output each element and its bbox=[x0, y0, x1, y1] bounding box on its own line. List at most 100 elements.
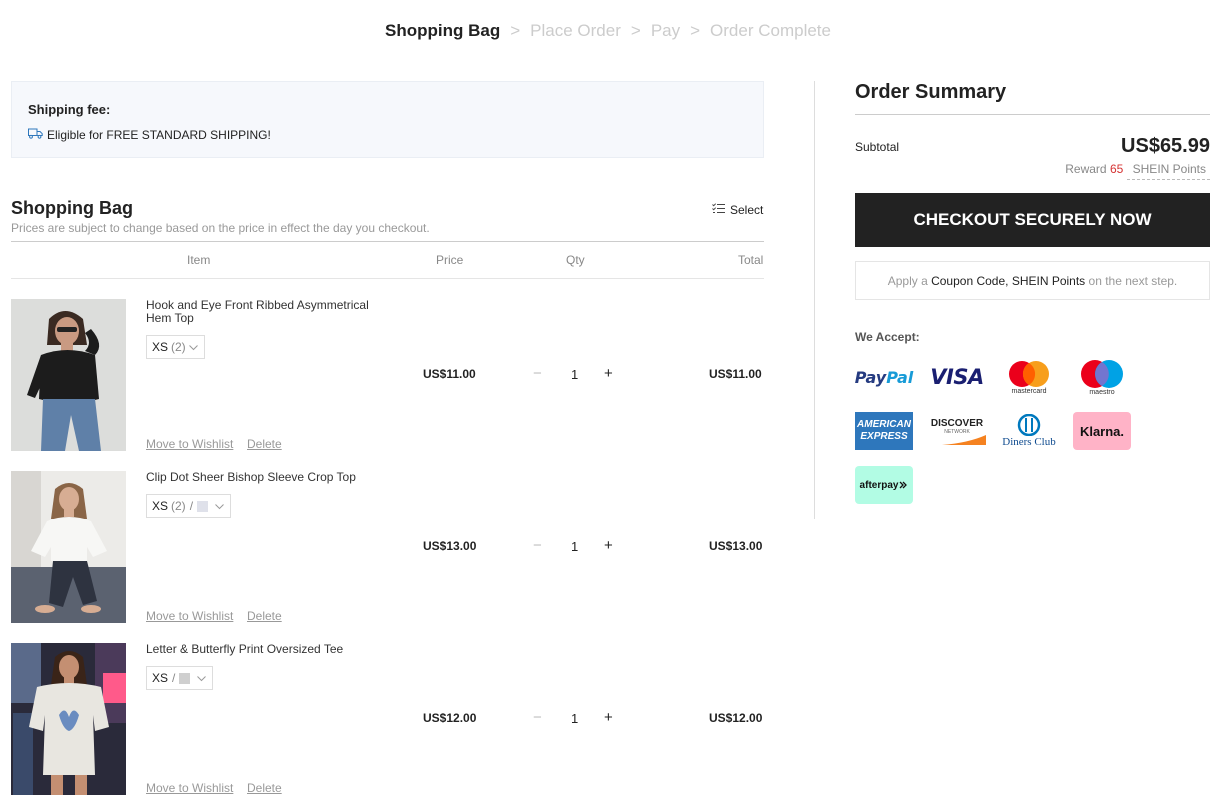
item-price: US$12.00 bbox=[423, 711, 477, 725]
klarna-icon: Klarna. bbox=[1073, 412, 1131, 450]
subtotal-label: Subtotal bbox=[855, 140, 900, 154]
diners-club-icon: Diners Club bbox=[1000, 412, 1058, 450]
size-value: XS bbox=[152, 340, 169, 354]
coupon-suffix: on the next step. bbox=[1088, 273, 1178, 288]
item-total: US$11.00 bbox=[709, 367, 762, 381]
amex-icon: AMERICAN EXPRESS bbox=[855, 412, 913, 450]
coupon-prefix: Apply a bbox=[887, 273, 928, 288]
reward-prefix: Reward bbox=[1065, 162, 1107, 176]
delete-link[interactable]: Delete bbox=[247, 609, 282, 623]
qty-decrease-button[interactable]: − bbox=[533, 537, 542, 554]
chevron-down-icon bbox=[194, 671, 207, 685]
item-name[interactable]: Letter & Butterfly Print Oversized Tee bbox=[146, 643, 386, 656]
column-divider bbox=[814, 81, 815, 519]
subtotal-value: US$65.99 bbox=[1121, 135, 1210, 157]
step-place-order: Place Order bbox=[530, 21, 621, 40]
chevron-down-icon bbox=[212, 499, 224, 513]
move-to-wishlist-link[interactable]: Move to Wishlist bbox=[146, 437, 233, 451]
maestro-icon: maestro bbox=[1073, 358, 1131, 396]
checklist-icon bbox=[712, 203, 730, 217]
step-separator: > bbox=[510, 21, 521, 40]
checkout-button[interactable]: CHECKOUT SECURELY NOW bbox=[855, 193, 1210, 247]
step-order-complete: Order Complete bbox=[710, 21, 831, 40]
move-to-wishlist-link[interactable]: Move to Wishlist bbox=[146, 609, 233, 623]
order-summary-title: Order Summary bbox=[855, 81, 1007, 103]
size-color-selector[interactable]: XS / bbox=[146, 666, 214, 690]
item-name[interactable]: Clip Dot Sheer Bishop Sleeve Crop Top bbox=[146, 471, 386, 484]
bag-price-note: Prices are subject to change based on th… bbox=[11, 221, 430, 235]
coupon-highlight: Coupon Code, SHEIN Points bbox=[931, 273, 1086, 288]
divider bbox=[855, 114, 1210, 115]
shipping-fee-box: Shipping fee: Eligible for FREE STANDARD… bbox=[11, 81, 764, 158]
attr-separator: / bbox=[172, 671, 176, 685]
item-total: US$13.00 bbox=[709, 539, 763, 553]
select-label: Select bbox=[730, 203, 764, 217]
size-count: (2) bbox=[171, 340, 186, 354]
item-price: US$11.00 bbox=[423, 367, 476, 381]
product-image[interactable] bbox=[11, 471, 126, 623]
visa-icon: VISA bbox=[928, 358, 986, 396]
item-total: US$12.00 bbox=[709, 711, 763, 725]
qty-increase-button[interactable]: + bbox=[604, 709, 613, 726]
bag-title: Shopping Bag bbox=[11, 198, 133, 218]
afterpay-icon: afterpay bbox=[855, 466, 913, 504]
reward-brand-link[interactable]: SHEIN Points bbox=[1126, 162, 1210, 180]
size-selector[interactable]: XS (2) bbox=[146, 335, 205, 359]
size-value: XS bbox=[152, 671, 169, 685]
diners-club-text: Diners Club bbox=[1002, 436, 1056, 448]
column-header-total: Total bbox=[738, 253, 764, 267]
size-color-selector[interactable]: XS (2) / bbox=[146, 494, 232, 518]
delete-link[interactable]: Delete bbox=[247, 781, 282, 795]
qty-decrease-button[interactable]: − bbox=[533, 365, 542, 382]
mastercard-text: mastercard bbox=[1011, 387, 1047, 395]
chevron-down-icon bbox=[186, 340, 198, 354]
amex-line2: EXPRESS bbox=[860, 431, 908, 442]
coupon-hint: Apply a Coupon Code, SHEIN Points on the… bbox=[855, 261, 1210, 300]
move-to-wishlist-link[interactable]: Move to Wishlist bbox=[146, 781, 233, 795]
amex-line1: AMERICAN bbox=[857, 419, 911, 430]
qty-increase-button[interactable]: + bbox=[604, 537, 613, 554]
size-value: XS bbox=[152, 499, 169, 513]
discover-text: DISCOVER bbox=[930, 417, 984, 429]
shipping-fee-title: Shipping fee: bbox=[28, 102, 111, 117]
paypal-pay-text: Pay bbox=[854, 367, 887, 387]
color-swatch bbox=[179, 672, 191, 684]
attr-separator: / bbox=[189, 499, 194, 513]
mastercard-icon: mastercard bbox=[1000, 358, 1058, 396]
cart-item: Hook and Eye Front Ribbed Asymmetrical H… bbox=[11, 299, 771, 451]
step-separator: > bbox=[690, 21, 701, 40]
column-header-item: Item bbox=[187, 253, 211, 267]
cart-item: Letter & Butterfly Print Oversized Tee X… bbox=[11, 643, 771, 795]
step-shopping-bag: Shopping Bag bbox=[385, 21, 501, 40]
divider bbox=[11, 241, 764, 242]
select-button[interactable]: Select bbox=[712, 203, 763, 217]
product-image[interactable] bbox=[11, 643, 126, 795]
qty-value[interactable]: 1 bbox=[571, 711, 578, 726]
reward-points-value: 65 bbox=[1109, 162, 1124, 176]
we-accept-label: We Accept: bbox=[855, 330, 920, 344]
afterpay-text: afterpay bbox=[859, 479, 899, 491]
klarna-text: Klarna. bbox=[1079, 423, 1125, 439]
delete-link[interactable]: Delete bbox=[247, 437, 282, 451]
qty-value[interactable]: 1 bbox=[571, 539, 578, 554]
qty-decrease-button[interactable]: − bbox=[533, 709, 542, 726]
column-header-price: Price bbox=[436, 253, 464, 267]
shipping-fee-text: Eligible for FREE STANDARD SHIPPING! bbox=[47, 128, 271, 142]
reward-points: Reward 65 SHEIN Points bbox=[1065, 162, 1210, 180]
maestro-text: maestro bbox=[1089, 388, 1115, 396]
qty-value[interactable]: 1 bbox=[571, 367, 578, 382]
item-price: US$13.00 bbox=[423, 539, 477, 553]
color-swatch bbox=[197, 500, 209, 512]
discover-icon: DISCOVER NETWORK bbox=[928, 412, 986, 450]
product-image[interactable] bbox=[11, 299, 126, 451]
qty-increase-button[interactable]: + bbox=[604, 365, 613, 382]
divider bbox=[11, 278, 764, 279]
column-header-qty: Qty bbox=[566, 253, 585, 267]
paypal-icon: PayPal bbox=[855, 358, 913, 396]
paypal-pal-text: Pal bbox=[886, 367, 914, 387]
item-name[interactable]: Hook and Eye Front Ribbed Asymmetrical H… bbox=[146, 299, 386, 325]
step-pay: Pay bbox=[650, 21, 681, 40]
truck-icon bbox=[28, 128, 47, 142]
visa-text: VISA bbox=[930, 365, 984, 389]
cart-item: Clip Dot Sheer Bishop Sleeve Crop Top XS… bbox=[11, 471, 771, 623]
